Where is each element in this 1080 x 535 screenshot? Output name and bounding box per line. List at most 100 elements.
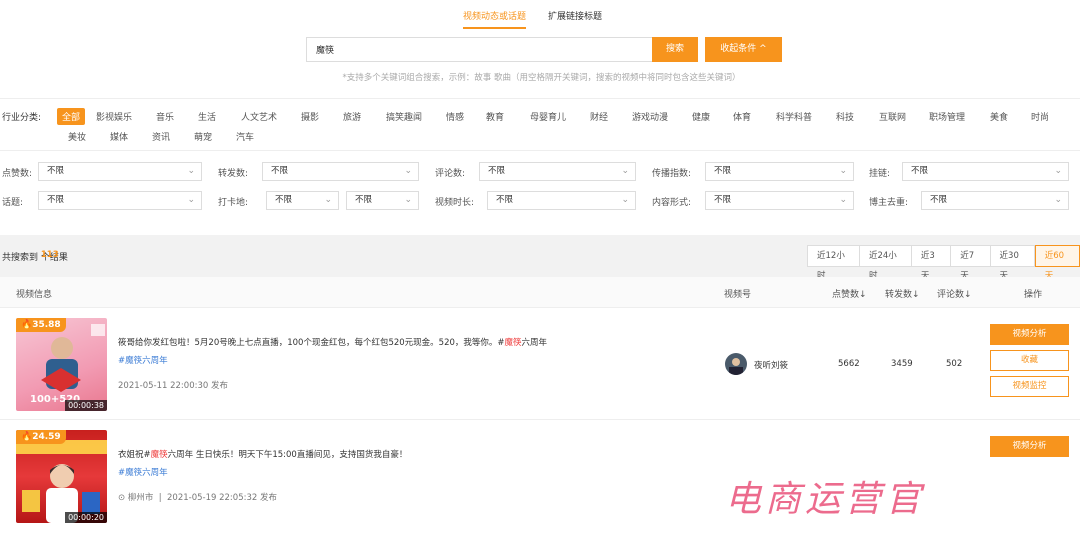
time-tab-60d[interactable]: 近60天: [1034, 245, 1080, 281]
time-tab-7d[interactable]: 近7天: [951, 245, 991, 281]
chevron-down-icon: ⌄: [187, 195, 195, 205]
likes-filter-label: 点赞数:: [2, 169, 33, 179]
industry-category-chip[interactable]: 教育: [486, 110, 504, 123]
video-analysis-button[interactable]: 视频分析: [990, 436, 1069, 457]
industry-category-chip[interactable]: 母婴育儿: [530, 110, 566, 123]
header-channel: 视频号: [724, 290, 752, 300]
header-video-info: 视频信息: [16, 290, 53, 300]
author-name[interactable]: 夜听刘筱: [754, 359, 788, 371]
industry-category-chip[interactable]: 汽车: [236, 130, 254, 143]
industry-label: 行业分类:: [2, 113, 42, 123]
industry-category-chip[interactable]: 旅游: [343, 110, 361, 123]
chevron-down-icon: ⌄: [187, 166, 195, 176]
checkin-filter-label: 打卡地:: [218, 198, 249, 208]
industry-category-chip[interactable]: 情感: [446, 110, 464, 123]
industry-category-chip[interactable]: 搞笑趣闻: [386, 110, 422, 123]
dedupe-filter-select[interactable]: 不限 ⌄: [921, 191, 1069, 210]
topic-filter-select[interactable]: 不限 ⌄: [38, 191, 202, 210]
shares-count: 3459: [891, 359, 913, 369]
chevron-down-icon: ⌄: [621, 195, 629, 205]
shares-filter-label: 转发数:: [218, 169, 249, 179]
time-tab-12h[interactable]: 近12小时: [807, 245, 860, 281]
chevron-down-icon: ⌄: [324, 195, 332, 205]
author-avatar[interactable]: [725, 353, 747, 375]
collapse-conditions-button[interactable]: 收起条件 ^: [705, 37, 782, 62]
industry-category-chip[interactable]: 健康: [692, 110, 710, 123]
likes-filter-select[interactable]: 不限 ⌄: [38, 162, 202, 181]
time-tab-3d[interactable]: 近3天: [911, 245, 952, 281]
favorite-button[interactable]: 收藏: [990, 350, 1069, 371]
industry-category-chip[interactable]: 资讯: [152, 130, 170, 143]
video-duration: 00:00:20: [65, 512, 107, 523]
industry-category-chip[interactable]: 音乐: [156, 110, 174, 123]
chevron-down-icon: ⌄: [621, 166, 629, 176]
industry-category-chip[interactable]: 美食: [990, 110, 1008, 123]
industry-category-chip[interactable]: 影视娱乐: [96, 110, 132, 123]
industry-category-chip[interactable]: 职场管理: [929, 110, 965, 123]
link-filter-select[interactable]: 不限 ⌄: [902, 162, 1069, 181]
table-header: 视频信息 视频号 点赞数↓ 转发数↓ 评论数↓ 操作: [0, 277, 1080, 308]
location-pin-icon: ⊙: [118, 493, 126, 503]
video-monitor-button[interactable]: 视频监控: [990, 376, 1069, 397]
checkin-province-select[interactable]: 不限 ⌄: [266, 191, 339, 210]
dedupe-filter-label: 博主去重:: [869, 198, 909, 208]
industry-category-chip[interactable]: 科学科普: [776, 110, 812, 123]
checkin-city-select[interactable]: 不限 ⌄: [346, 191, 419, 210]
video-topic-tag[interactable]: #魔筷六周年: [118, 354, 168, 366]
duration-filter-select[interactable]: 不限 ⌄: [487, 191, 636, 210]
search-input[interactable]: [306, 37, 654, 62]
divider: [0, 150, 1080, 151]
video-analysis-button[interactable]: 视频分析: [990, 324, 1069, 345]
video-title[interactable]: 衣姐祝#魔筷六周年 生日快乐！明天下午15:00直播间见，支持国货我自豪！: [118, 448, 407, 460]
heat-score: 🔥35.88: [16, 318, 66, 332]
chevron-down-icon: ⌄: [839, 195, 847, 205]
industry-category-chip[interactable]: 时尚: [1031, 110, 1049, 123]
industry-category-chip[interactable]: 游戏动漫: [632, 110, 668, 123]
result-count-number: 113: [40, 250, 59, 260]
industry-category-chip[interactable]: 美妆: [68, 130, 86, 143]
video-thumbnail[interactable]: 🔥24.59 00:00:20: [16, 430, 107, 523]
tab-video-topic[interactable]: 视频动态或话题: [463, 9, 527, 29]
industry-category-chip[interactable]: 科技: [836, 110, 854, 123]
industry-category-chip[interactable]: 全部: [57, 108, 86, 125]
header-operations: 操作: [1024, 290, 1043, 300]
link-filter-label: 挂链:: [869, 169, 891, 179]
topic-filter-label: 话题:: [2, 198, 24, 208]
divider: [0, 98, 1080, 99]
comments-filter-select[interactable]: 不限 ⌄: [479, 162, 636, 181]
video-duration: 00:00:38: [65, 400, 107, 411]
industry-category-chip[interactable]: 互联网: [879, 110, 906, 123]
industry-category-chip[interactable]: 体育: [733, 110, 751, 123]
header-shares-sort[interactable]: 转发数↓: [885, 287, 920, 300]
heat-score: 🔥24.59: [16, 430, 66, 444]
video-topic-tag[interactable]: #魔筷六周年: [118, 466, 168, 478]
likes-count: 5662: [838, 359, 860, 369]
industry-category-chip[interactable]: 萌宠: [194, 130, 212, 143]
location: 柳州市: [127, 493, 154, 503]
time-range-tabs: 近12小时 近24小时 近3天 近7天 近30天 近60天: [807, 245, 1080, 281]
time-tab-30d[interactable]: 近30天: [990, 245, 1035, 281]
format-filter-select[interactable]: 不限 ⌄: [705, 191, 854, 210]
header-likes-sort[interactable]: 点赞数↓: [832, 287, 867, 300]
video-title[interactable]: 筱哥给你发红包啦！5月20号晚上七点直播，100个现金红包，每个红包520元现金…: [118, 336, 547, 348]
industry-category-chip[interactable]: 人文艺术: [241, 110, 277, 123]
header-comments-sort[interactable]: 评论数↓: [937, 287, 972, 300]
industry-category-chip[interactable]: 摄影: [301, 110, 319, 123]
industry-category-chip[interactable]: 生活: [198, 110, 216, 123]
watermark-logo: 电商运营官: [725, 479, 926, 520]
chevron-down-icon: ⌄: [1054, 166, 1062, 176]
shares-filter-select[interactable]: 不限 ⌄: [262, 162, 419, 181]
search-button[interactable]: 搜索: [652, 37, 698, 62]
video-meta: ⊙ 柳州市 | 2021-05-19 22:05:32 发布: [118, 493, 277, 503]
industry-category-chip[interactable]: 财经: [590, 110, 608, 123]
duration-filter-label: 视频时长:: [435, 198, 475, 208]
time-tab-24h[interactable]: 近24小时: [859, 245, 912, 281]
publish-date: 2021-05-19 22:05:32 发布: [167, 493, 277, 503]
tab-extended-link[interactable]: 扩展链接标题: [548, 9, 602, 27]
spread-filter-label: 传播指数:: [652, 169, 692, 179]
video-thumbnail[interactable]: 100+520 🔥35.88 00:00:38: [16, 318, 107, 411]
format-filter-label: 内容形式:: [652, 198, 692, 208]
industry-category-chip[interactable]: 媒体: [110, 130, 128, 143]
spread-filter-select[interactable]: 不限 ⌄: [705, 162, 854, 181]
search-hint: *支持多个关键词组合搜索，示例：故事 歌曲（用空格隔开关键词，搜索的视频中将同时…: [342, 73, 741, 83]
